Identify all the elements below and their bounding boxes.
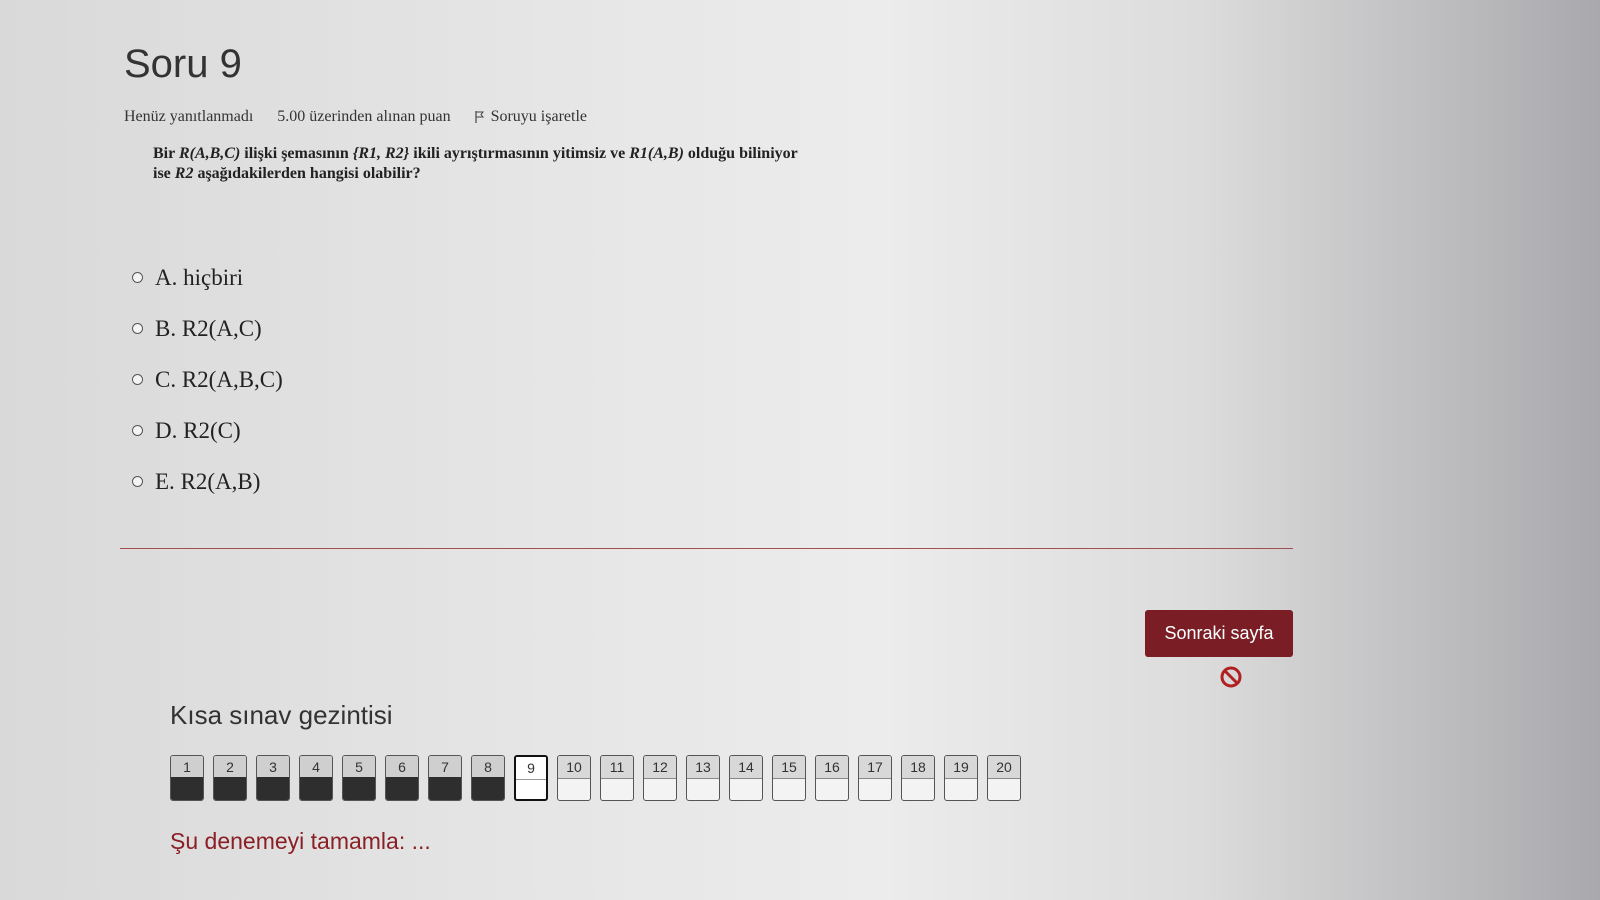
- quiz-nav-number: 8: [472, 756, 504, 779]
- option-e[interactable]: E. R2(A,B): [132, 456, 283, 507]
- question-status: Henüz yanıtlanmadı: [124, 108, 254, 125]
- quiz-nav-button[interactable]: 20: [987, 755, 1021, 801]
- quiz-nav-number: 1: [171, 756, 203, 779]
- quiz-navigation-title: Kısa sınav gezintisi: [170, 700, 393, 730]
- radio-button[interactable]: [132, 374, 143, 385]
- quiz-nav-button[interactable]: 3: [256, 755, 290, 801]
- quiz-nav-button[interactable]: 13: [686, 755, 720, 801]
- quiz-nav-number: 9: [516, 757, 546, 780]
- option-text: R2(C): [183, 417, 241, 443]
- quiz-nav-number: 2: [214, 756, 246, 779]
- radio-button[interactable]: [132, 425, 143, 436]
- option-b[interactable]: B. R2(A,C): [132, 303, 283, 354]
- next-page-button[interactable]: Sonraki sayfa: [1145, 610, 1293, 657]
- quiz-nav-number: 19: [945, 756, 977, 779]
- radio-button[interactable]: [132, 272, 143, 283]
- quiz-nav-button[interactable]: 15: [772, 755, 806, 801]
- radio-button[interactable]: [132, 476, 143, 487]
- quiz-nav-number: 18: [902, 756, 934, 779]
- quiz-nav-button[interactable]: 19: [944, 755, 978, 801]
- quiz-nav-button[interactable]: 17: [858, 755, 892, 801]
- flag-question-link[interactable]: Soruyu işaretle: [474, 108, 587, 126]
- quiz-nav-button[interactable]: 10: [557, 755, 591, 801]
- quiz-nav-button[interactable]: 14: [729, 755, 763, 801]
- quiz-nav-button[interactable]: 6: [385, 755, 419, 801]
- option-c[interactable]: C. R2(A,B,C): [132, 354, 283, 405]
- quiz-nav-number: 11: [601, 756, 633, 779]
- question-text-line-1: Bir R(A,B,C) ilişki şemasının {R1, R2} i…: [153, 145, 798, 162]
- quiz-nav-number: 17: [859, 756, 891, 779]
- option-text: R2(A,B): [180, 468, 261, 494]
- quiz-nav-button[interactable]: 12: [643, 755, 677, 801]
- quiz-nav-button[interactable]: 2: [213, 755, 247, 801]
- option-text: hiçbiri: [183, 264, 244, 290]
- answered-indicator: [343, 777, 375, 800]
- quiz-nav-button[interactable]: 7: [428, 755, 462, 801]
- option-text: R2(A,B,C): [181, 366, 283, 392]
- answered-indicator: [386, 777, 418, 800]
- question-text-line-2: ise R2 aşağıdakilerden hangisi olabilir?: [153, 165, 421, 182]
- quiz-nav-number: 16: [816, 756, 848, 779]
- no-entry-icon: [1220, 666, 1242, 688]
- quiz-nav-button[interactable]: 8: [471, 755, 505, 801]
- quiz-nav-number: 4: [300, 756, 332, 779]
- question-text: Bir R(A,B,C) ilişki şemasının {R1, R2} i…: [153, 144, 913, 184]
- quiz-nav-button[interactable]: 18: [901, 755, 935, 801]
- option-a[interactable]: A. hiçbiri: [132, 252, 283, 303]
- quiz-nav-number: 13: [687, 756, 719, 779]
- answered-indicator: [300, 777, 332, 800]
- quiz-nav-button[interactable]: 16: [815, 755, 849, 801]
- quiz-nav-button[interactable]: 5: [342, 755, 376, 801]
- option-d[interactable]: D. R2(C): [132, 405, 283, 456]
- flag-label: Soruyu işaretle: [490, 108, 587, 125]
- quiz-nav-button[interactable]: 4: [299, 755, 333, 801]
- quiz-nav-number: 14: [730, 756, 762, 779]
- quiz-nav-number: 20: [988, 756, 1020, 779]
- quiz-nav-number: 12: [644, 756, 676, 779]
- finish-attempt-link[interactable]: Şu denemeyi tamamla: ...: [170, 828, 431, 855]
- answered-indicator: [257, 777, 289, 800]
- divider: [120, 548, 1293, 549]
- answer-options: A. hiçbiri B. R2(A,C) C. R2(A,B,C) D. R2…: [132, 252, 283, 507]
- quiz-nav-number: 5: [343, 756, 375, 779]
- question-info: Henüz yanıtlanmadı 5.00 üzerinden alınan…: [124, 108, 587, 126]
- quiz-nav-number: 6: [386, 756, 418, 779]
- question-title: Soru 9: [124, 42, 242, 86]
- quiz-navigation-grid: 1 2 3 4 5 6 7 8 9 10 11 12 13 14 15 16 17 18 19 20: [170, 755, 1030, 801]
- quiz-page: Soru 9 Henüz yanıtlanmadı 5.00 üzerinden…: [0, 0, 1600, 900]
- quiz-nav-button[interactable]: 11: [600, 755, 634, 801]
- quiz-nav-number: 7: [429, 756, 461, 779]
- option-text: R2(A,C): [181, 315, 262, 341]
- quiz-nav-number: 3: [257, 756, 289, 779]
- quiz-nav-number: 10: [558, 756, 590, 779]
- quiz-nav-button[interactable]: 9: [514, 755, 548, 801]
- question-points: 5.00 üzerinden alınan puan: [277, 108, 451, 125]
- quiz-nav-number: 15: [773, 756, 805, 779]
- flag-icon: [474, 111, 484, 123]
- answered-indicator: [214, 777, 246, 800]
- answered-indicator: [472, 777, 504, 800]
- quiz-nav-button[interactable]: 1: [170, 755, 204, 801]
- radio-button[interactable]: [132, 323, 143, 334]
- answered-indicator: [171, 777, 203, 800]
- answered-indicator: [429, 777, 461, 800]
